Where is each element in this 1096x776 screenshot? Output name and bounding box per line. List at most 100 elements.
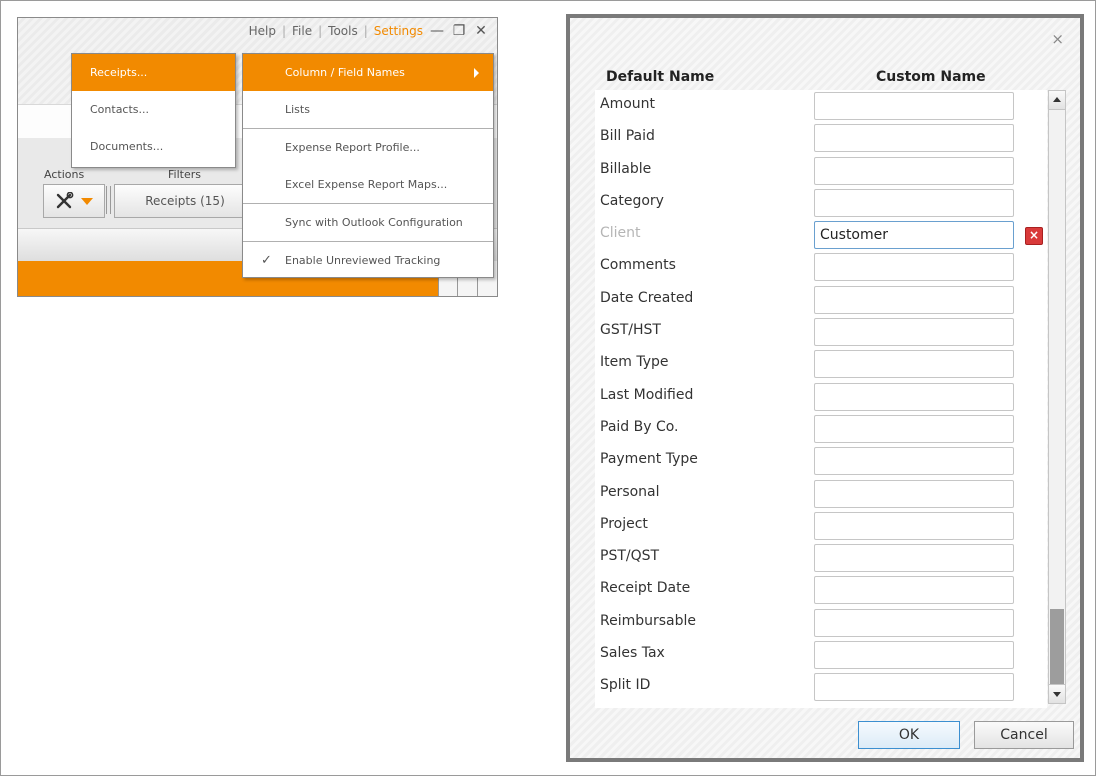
default-name: GST/HST [600,322,661,339]
close-icon[interactable]: ✕ [473,23,489,39]
custom-name-input[interactable] [814,576,1014,605]
menu-help[interactable]: Help [249,24,276,38]
field-row: Comments [595,251,1047,283]
custom-name-input[interactable] [814,447,1014,476]
menu-item-lists[interactable]: Lists [243,91,493,129]
default-name: Amount [600,96,656,112]
default-name-header: Default Name [606,69,715,85]
menu-separator: | [363,24,368,38]
field-row: Personal [595,478,1047,510]
field-row: PST/QST [595,542,1047,574]
custom-name-input[interactable] [814,414,1014,443]
field-row: Last Modified [595,381,1047,413]
menu-item-sync-outlook[interactable]: Sync with Outlook Configuration [243,204,493,242]
receipts-filter-button[interactable]: Receipts (15) [114,184,256,218]
menu-item-contacts[interactable]: Contacts... [72,91,235,128]
vertical-scrollbar[interactable] [1048,90,1066,704]
default-name: Comments [600,257,676,274]
restore-icon[interactable]: ❐ [451,23,467,39]
scroll-down-icon[interactable] [1049,684,1065,703]
menu-item-excel-expense-report-maps[interactable]: Excel Expense Report Maps... [243,166,493,204]
menu-item-receipts[interactable]: Receipts... [72,54,235,91]
default-name: Project [600,515,648,532]
ok-button[interactable]: OK [858,721,960,749]
default-name: Client [600,225,641,242]
custom-name-input[interactable] [814,479,1014,508]
custom-name-input[interactable] [814,92,1014,120]
custom-name-input[interactable] [814,350,1014,379]
close-icon[interactable]: × [1051,30,1064,48]
check-icon: ✓ [261,253,272,268]
menu-item-expense-report-profile[interactable]: Expense Report Profile... [243,129,493,166]
menu-settings[interactable]: Settings [374,24,423,38]
chevron-down-icon [81,197,93,205]
custom-name-header: Custom Name [876,69,986,85]
default-name: Receipt Date [600,580,691,597]
settings-submenu-right: Column / Field Names Lists Expense Repor… [242,53,494,278]
custom-name-input[interactable] [814,382,1014,411]
field-row: GST/HST [595,316,1047,348]
actions-label: Actions [44,168,85,181]
menu-separator: | [281,24,287,38]
default-name: Split ID [600,677,651,694]
custom-name-input[interactable] [814,124,1014,153]
menu-item-enable-unreviewed-tracking[interactable]: ✓ Enable Unreviewed Tracking [243,242,493,279]
settings-submenu-left: Receipts... Contacts... Documents... [71,53,236,168]
column-names-dialog: × Default Name Custom Name Amount Bill P… [566,14,1084,762]
default-name: Date Created [600,289,694,306]
custom-name-input[interactable] [814,511,1014,540]
app-window: Help | File | Tools | Settings — ❐ ✕ Act… [17,17,498,297]
field-row: Reimbursable [595,607,1047,639]
field-row: Client × [595,219,1047,251]
field-row: Sales Tax [595,639,1047,671]
menu-tools[interactable]: Tools [328,24,358,38]
custom-name-input[interactable] [814,641,1014,670]
custom-name-input[interactable] [814,253,1014,282]
custom-name-input[interactable] [814,188,1014,217]
custom-name-input[interactable] [814,608,1014,637]
custom-name-input[interactable] [814,544,1014,573]
default-name: Payment Type [600,451,698,468]
custom-name-input[interactable] [814,673,1014,702]
chevron-right-icon [474,68,479,78]
field-row: Project [595,510,1047,542]
menu-item-label: Enable Unreviewed Tracking [285,254,441,267]
scroll-up-icon[interactable] [1049,91,1065,110]
custom-name-input[interactable] [814,156,1014,185]
field-row: Item Type [595,348,1047,380]
default-name: Bill Paid [600,128,655,145]
field-row: Date Created [595,284,1047,316]
default-name: Item Type [600,354,669,371]
filters-label: Filters [168,168,201,181]
cancel-button[interactable]: Cancel [974,721,1074,749]
tools-icon [56,192,74,209]
scroll-thumb[interactable] [1050,609,1064,685]
custom-name-input[interactable] [814,221,1014,250]
default-name: PST/QST [600,548,660,565]
field-row: Paid By Co. [595,413,1047,445]
default-name: Category [600,192,664,209]
menu-file[interactable]: File [292,24,312,38]
field-row: Bill Paid [595,122,1047,154]
menu-item-label: Column / Field Names [285,66,405,79]
minimize-icon[interactable]: — [429,23,445,39]
default-name: Personal [600,483,660,500]
field-row: Receipt Date [595,574,1047,606]
menu-item-documents[interactable]: Documents... [72,128,235,165]
clear-icon[interactable]: × [1025,227,1043,246]
field-row: Payment Type [595,445,1047,477]
actions-button[interactable] [43,184,105,218]
toolbar-divider [106,186,111,214]
menu-bar: Help | File | Tools | Settings — ❐ ✕ [249,20,489,42]
default-name: Paid By Co. [600,418,679,435]
field-list: Amount Bill Paid Billable Category Clien… [595,90,1047,708]
menu-item-column-field-names[interactable]: Column / Field Names [243,54,493,91]
menu-separator: | [318,24,323,38]
custom-name-input[interactable] [814,318,1014,347]
field-row: Split ID [595,671,1047,703]
custom-name-input[interactable] [814,285,1014,314]
default-name: Billable [600,160,652,177]
field-row: Category [595,187,1047,219]
field-row: Amount [595,90,1047,122]
default-name: Last Modified [600,386,694,403]
